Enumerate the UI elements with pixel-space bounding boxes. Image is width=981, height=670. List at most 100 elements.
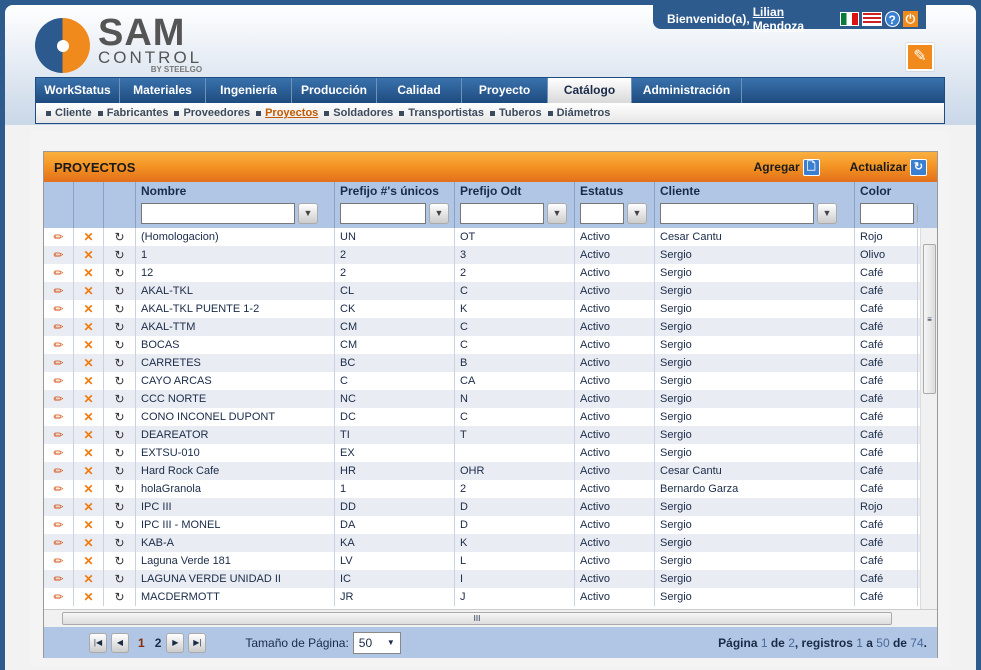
edit-icon[interactable]: ✏ (44, 264, 74, 282)
refresh-row-icon[interactable]: ↻ (104, 336, 136, 354)
subnav-tuberos[interactable]: Tuberos (490, 107, 542, 119)
tab-materiales[interactable]: Materiales (120, 78, 206, 103)
delete-icon[interactable]: ✕ (74, 534, 104, 552)
filter-input-estatus[interactable] (580, 203, 624, 224)
prev-page-button[interactable]: ◀ (111, 632, 129, 653)
delete-icon[interactable]: ✕ (74, 372, 104, 390)
refresh-button[interactable]: Actualizar ↻ (850, 158, 927, 176)
refresh-row-icon[interactable]: ↻ (104, 498, 136, 516)
subnav-diametros[interactable]: Diámetros (547, 107, 610, 119)
edit-icon[interactable]: ✏ (44, 444, 74, 462)
refresh-row-icon[interactable]: ↻ (104, 318, 136, 336)
refresh-row-icon[interactable]: ↻ (104, 246, 136, 264)
tab-catalogo[interactable]: Catálogo (548, 78, 632, 103)
delete-icon[interactable]: ✕ (74, 336, 104, 354)
edit-icon[interactable]: ✏ (44, 552, 74, 570)
delete-icon[interactable]: ✕ (74, 498, 104, 516)
filter-icon[interactable]: ▼ (817, 203, 837, 224)
edit-icon[interactable]: ✏ (44, 498, 74, 516)
refresh-row-icon[interactable]: ↻ (104, 390, 136, 408)
vertical-scrollbar[interactable]: ≡ (920, 228, 937, 609)
tab-administracion[interactable]: Administración (632, 78, 742, 103)
filter-input-color[interactable] (860, 203, 914, 224)
filter-icon[interactable]: ▼ (429, 203, 449, 224)
edit-icon[interactable]: ✏ (44, 336, 74, 354)
delete-icon[interactable]: ✕ (74, 228, 104, 246)
filter-input-cliente[interactable] (660, 203, 814, 224)
edit-icon[interactable]: ✏ (44, 516, 74, 534)
delete-icon[interactable]: ✕ (74, 246, 104, 264)
refresh-row-icon[interactable]: ↻ (104, 462, 136, 480)
edit-icon[interactable]: ✏ (44, 534, 74, 552)
edit-icon[interactable]: ✏ (44, 318, 74, 336)
subnav-transportistas[interactable]: Transportistas (399, 107, 484, 119)
refresh-row-icon[interactable]: ↻ (104, 282, 136, 300)
refresh-row-icon[interactable]: ↻ (104, 570, 136, 588)
tab-workstatus[interactable]: WorkStatus (36, 78, 120, 103)
delete-icon[interactable]: ✕ (74, 462, 104, 480)
refresh-row-icon[interactable]: ↻ (104, 534, 136, 552)
edit-icon[interactable]: ✏ (44, 300, 74, 318)
delete-icon[interactable]: ✕ (74, 318, 104, 336)
filter-icon[interactable]: ▼ (298, 203, 318, 224)
edit-icon[interactable]: ✏ (44, 462, 74, 480)
delete-icon[interactable]: ✕ (74, 408, 104, 426)
refresh-row-icon[interactable]: ↻ (104, 426, 136, 444)
tab-ingenieria[interactable]: Ingeniería (206, 78, 292, 103)
page-link-2[interactable]: 2 (155, 636, 162, 650)
refresh-row-icon[interactable]: ↻ (104, 480, 136, 498)
edit-profile-icon[interactable]: ✎ (906, 43, 934, 71)
refresh-row-icon[interactable]: ↻ (104, 354, 136, 372)
refresh-row-icon[interactable]: ↻ (104, 264, 136, 282)
tab-calidad[interactable]: Calidad (377, 78, 462, 103)
edit-icon[interactable]: ✏ (44, 282, 74, 300)
column-header-estatus[interactable]: Estatus ▼ (575, 182, 655, 228)
delete-icon[interactable]: ✕ (74, 444, 104, 462)
column-header-color[interactable]: Color ▼ (855, 182, 918, 228)
filter-icon[interactable]: ▼ (547, 203, 567, 224)
mexico-flag-icon[interactable] (840, 12, 860, 26)
refresh-row-icon[interactable]: ↻ (104, 372, 136, 390)
refresh-row-icon[interactable]: ↻ (104, 588, 136, 606)
delete-icon[interactable]: ✕ (74, 552, 104, 570)
logout-icon[interactable]: ⏻ (902, 11, 919, 27)
delete-icon[interactable]: ✕ (74, 354, 104, 372)
column-header-nombre[interactable]: Nombre ▼ (136, 182, 335, 228)
first-page-button[interactable]: |◀ (89, 632, 107, 653)
delete-icon[interactable]: ✕ (74, 264, 104, 282)
page-size-select[interactable]: 50 (352, 631, 401, 654)
delete-icon[interactable]: ✕ (74, 426, 104, 444)
edit-icon[interactable]: ✏ (44, 570, 74, 588)
subnav-fabricantes[interactable]: Fabricantes (97, 107, 168, 119)
horizontal-scrollbar[interactable]: III (44, 609, 937, 627)
page-link-1[interactable]: 1 (138, 636, 145, 650)
delete-icon[interactable]: ✕ (74, 588, 104, 606)
edit-icon[interactable]: ✏ (44, 390, 74, 408)
tab-produccion[interactable]: Producción (292, 78, 377, 103)
filter-icon[interactable]: ▼ (917, 203, 918, 224)
delete-icon[interactable]: ✕ (74, 300, 104, 318)
delete-icon[interactable]: ✕ (74, 282, 104, 300)
delete-icon[interactable]: ✕ (74, 390, 104, 408)
filter-input-prefijo-odt[interactable] (460, 203, 544, 224)
edit-icon[interactable]: ✏ (44, 354, 74, 372)
last-page-button[interactable]: ▶| (188, 632, 207, 653)
edit-icon[interactable]: ✏ (44, 228, 74, 246)
subnav-proveedores[interactable]: Proveedores (174, 107, 250, 119)
refresh-row-icon[interactable]: ↻ (104, 552, 136, 570)
column-header-cliente[interactable]: Cliente ▼ (655, 182, 855, 228)
add-button[interactable]: Agregar 🗋 (754, 158, 820, 176)
help-icon[interactable]: ? (884, 11, 900, 27)
refresh-row-icon[interactable]: ↻ (104, 408, 136, 426)
edit-icon[interactable]: ✏ (44, 408, 74, 426)
refresh-row-icon[interactable]: ↻ (104, 300, 136, 318)
refresh-row-icon[interactable]: ↻ (104, 444, 136, 462)
edit-icon[interactable]: ✏ (44, 426, 74, 444)
us-flag-icon[interactable] (862, 12, 882, 26)
delete-icon[interactable]: ✕ (74, 516, 104, 534)
refresh-row-icon[interactable]: ↻ (104, 228, 136, 246)
subnav-soldadores[interactable]: Soldadores (324, 107, 393, 119)
next-page-button[interactable]: ▶ (166, 632, 185, 653)
subnav-proyectos[interactable]: Proyectos (256, 107, 318, 119)
edit-icon[interactable]: ✏ (44, 588, 74, 606)
